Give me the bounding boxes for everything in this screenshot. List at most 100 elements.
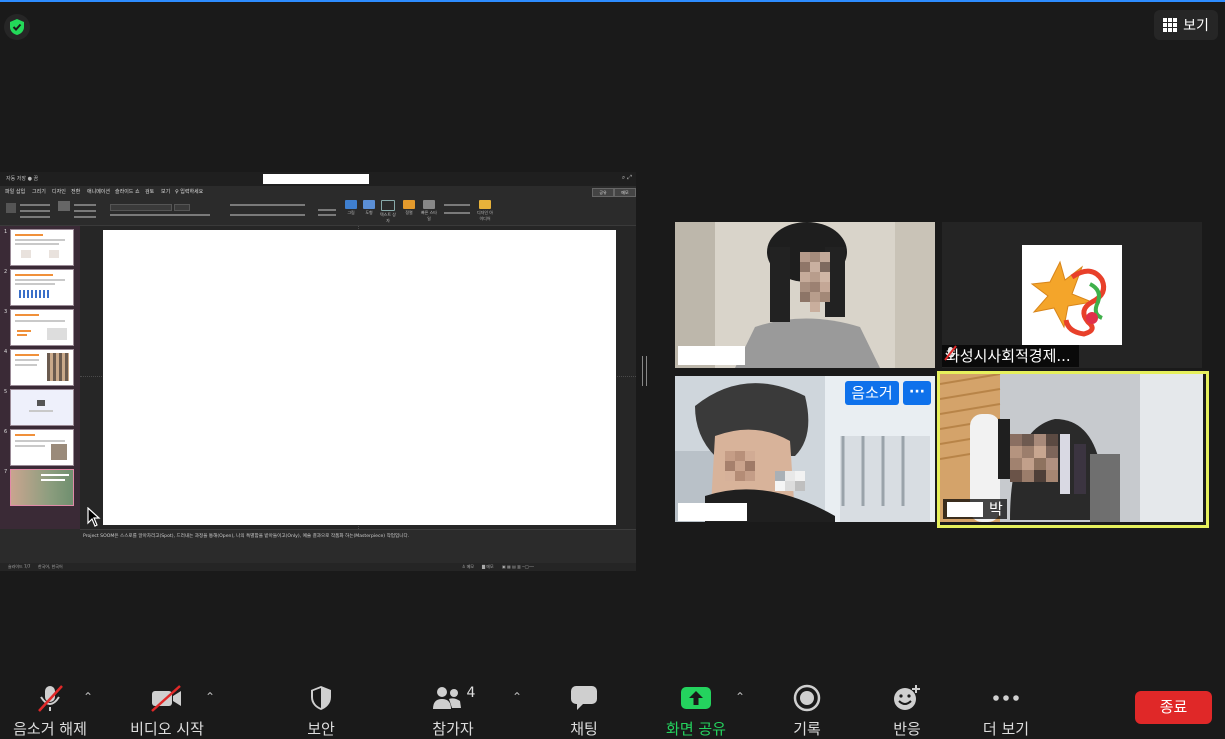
slide-counter: 슬라이드 7/7 <box>8 564 31 569</box>
speaker-notes-text: Project SOOM은 스스로를 알아차리고(Spot), 드러내는 과정을… <box>83 534 410 539</box>
chat-bubble-icon <box>571 686 597 710</box>
participants-label: 참가자 <box>432 720 474 738</box>
chat-button[interactable]: 채팅 <box>560 683 608 739</box>
ppt-titlebar: 자동 저장 ● 끔 ⌕ ⤢ <box>0 172 636 186</box>
ribbon-arrange-label: 정렬 <box>405 210 413 215</box>
video-tile-participant-1[interactable] <box>675 222 935 368</box>
ppt-ribbon: 그림 도형 텍스트 상자 정렬 빠른 스타일 디자인 아이디어 <box>0 197 636 226</box>
slide-thumbnail[interactable] <box>10 269 74 306</box>
view-label: 보기 <box>1183 18 1209 34</box>
participants-count: 4 <box>466 685 476 701</box>
grid-icon <box>1163 18 1178 32</box>
tab-search: ♀ 입력하세요 <box>175 189 204 195</box>
participants-options-chevron-up-icon[interactable]: ⌃ <box>512 690 522 704</box>
ppt-statusbar: 슬라이드 7/7 한국어, 한국어 ≙ 메모 ▇ 메모 ▣ ▦ ▤ ▥ ─◯── <box>0 563 636 571</box>
tile-more-options-button[interactable]: ··· <box>903 381 931 405</box>
notes-status: ≙ 메모 <box>462 564 474 569</box>
slide-number: 1 <box>4 229 8 235</box>
tab-animation: 애니메이션 <box>87 189 111 195</box>
slide-number: 7 <box>4 469 8 475</box>
tab-file: 파일 <box>5 189 15 195</box>
tile-mute-button[interactable]: 음소거 <box>845 381 899 405</box>
participant-name-label: 화성시사회적경제... <box>942 345 1079 367</box>
view-button[interactable]: 보기 <box>1154 10 1218 40</box>
audio-options-chevron-up-icon[interactable]: ⌃ <box>83 690 93 704</box>
tab-insert: 삽입 <box>16 189 26 195</box>
tab-review: 검토 <box>145 189 155 195</box>
ribbon-shape-label: 도형 <box>365 210 373 215</box>
unmute-label: 음소거 해제 <box>13 720 87 738</box>
video-tile-participant-2[interactable]: 화성시사회적경제... <box>942 222 1202 368</box>
chat-label: 채팅 <box>570 720 598 738</box>
share-screen-arrow-icon <box>681 687 711 709</box>
record-label: 기록 <box>793 720 821 738</box>
participant-name: 화성시사회적경제... <box>946 347 1071 365</box>
participants-icon <box>432 687 461 709</box>
ribbon-group-smartart <box>318 201 338 221</box>
slide-thumbnail[interactable] <box>10 349 74 386</box>
video-off-icon <box>151 685 181 712</box>
slide-number: 3 <box>4 309 8 315</box>
tab-transition: 전환 <box>71 189 81 195</box>
ribbon-quickstyle-button: 빠른 스타일 <box>421 200 437 222</box>
mouse-pointer-icon <box>87 507 101 527</box>
muted-mic-icon <box>944 345 957 361</box>
video-options-chevron-up-icon[interactable]: ⌃ <box>205 690 215 704</box>
ribbon-picture-button: 그림 <box>344 200 358 216</box>
ribbon-designer-button: 디자인 아이디어 <box>476 200 494 222</box>
start-video-label: 비디오 시작 <box>130 720 204 738</box>
reactions-button[interactable]: 반응 <box>882 683 932 739</box>
participants-button[interactable]: 4 참가자 <box>418 683 488 739</box>
slide-number: 5 <box>4 389 8 395</box>
slide-thumbnail-panel[interactable]: 1 2 3 4 5 6 7 <box>0 226 80 529</box>
share-options-chevron-up-icon[interactable]: ⌃ <box>735 690 745 704</box>
ribbon-shape-button: 도형 <box>362 200 376 216</box>
slide-thumbnail-selected[interactable] <box>10 469 74 506</box>
muted-microphone-icon <box>38 685 63 712</box>
ribbon-arrange-button: 정렬 <box>402 200 416 216</box>
autosave-label: 자동 저장 ● 끔 <box>6 176 39 182</box>
slide-number: 6 <box>4 429 8 435</box>
tab-draw: 그리기 <box>32 189 46 195</box>
record-button[interactable]: 기록 <box>783 683 831 739</box>
ribbon-textbox-label: 텍스트 상자 <box>380 212 396 223</box>
security-label: 보안 <box>307 720 335 738</box>
ribbon-group-slides <box>58 201 98 221</box>
ribbon-group-paragraph <box>230 201 310 221</box>
share-screen-button[interactable]: 화면 공유 <box>660 683 732 739</box>
security-button[interactable]: 보안 <box>290 683 352 739</box>
start-video-button[interactable]: 비디오 시작 <box>122 683 212 739</box>
more-button[interactable]: 더 보기 <box>976 683 1036 739</box>
reaction-smiley-icon <box>894 685 920 710</box>
slide-number: 4 <box>4 349 8 355</box>
view-buttons-icon: ▣ ▦ ▤ ▥ ─◯── <box>502 564 534 569</box>
share-screen-label: 화면 공유 <box>666 720 726 738</box>
speaker-notes[interactable]: Project SOOM은 스스로를 알아차리고(Spot), 드러내는 과정을… <box>80 529 636 564</box>
ribbon-picture-label: 그림 <box>347 210 355 215</box>
ppt-ribbon-tabs: 파일 삽입 그리기 디자인 전환 애니메이션 슬라이드 쇼 검토 보기 ♀ 입력… <box>0 186 636 197</box>
slide-thumbnail[interactable] <box>10 309 74 346</box>
slide-thumbnail[interactable] <box>10 389 74 426</box>
ribbon-quickstyle-label: 빠른 스타일 <box>421 210 437 221</box>
ribbon-group-font <box>110 201 220 221</box>
window-controls-icon: ⌕ ⤢ <box>621 174 632 181</box>
encryption-shield-icon[interactable] <box>4 14 30 40</box>
ppt-share-button: 공유 <box>592 188 614 197</box>
record-icon <box>793 684 821 712</box>
slide-thumbnail[interactable] <box>10 429 74 466</box>
ribbon-group-clipboard <box>6 201 52 221</box>
unmute-button[interactable]: 음소거 해제 <box>8 683 92 739</box>
language-status: 한국어, 한국어 <box>38 564 63 569</box>
tab-slideshow: 슬라이드 쇼 <box>115 189 140 195</box>
current-slide[interactable] <box>103 230 616 525</box>
ppt-comment-button: 메모 <box>614 188 636 197</box>
redacted-name <box>678 503 747 521</box>
split-view-handle[interactable] <box>642 356 647 386</box>
redacted-title <box>263 174 369 184</box>
comments-status: ▇ 메모 <box>482 564 494 569</box>
top-accent-line <box>0 0 1225 2</box>
slide-thumbnail[interactable] <box>10 229 74 266</box>
end-meeting-button[interactable]: 종료 <box>1135 691 1212 724</box>
reactions-label: 반응 <box>893 720 921 738</box>
security-shield-icon <box>311 686 331 710</box>
